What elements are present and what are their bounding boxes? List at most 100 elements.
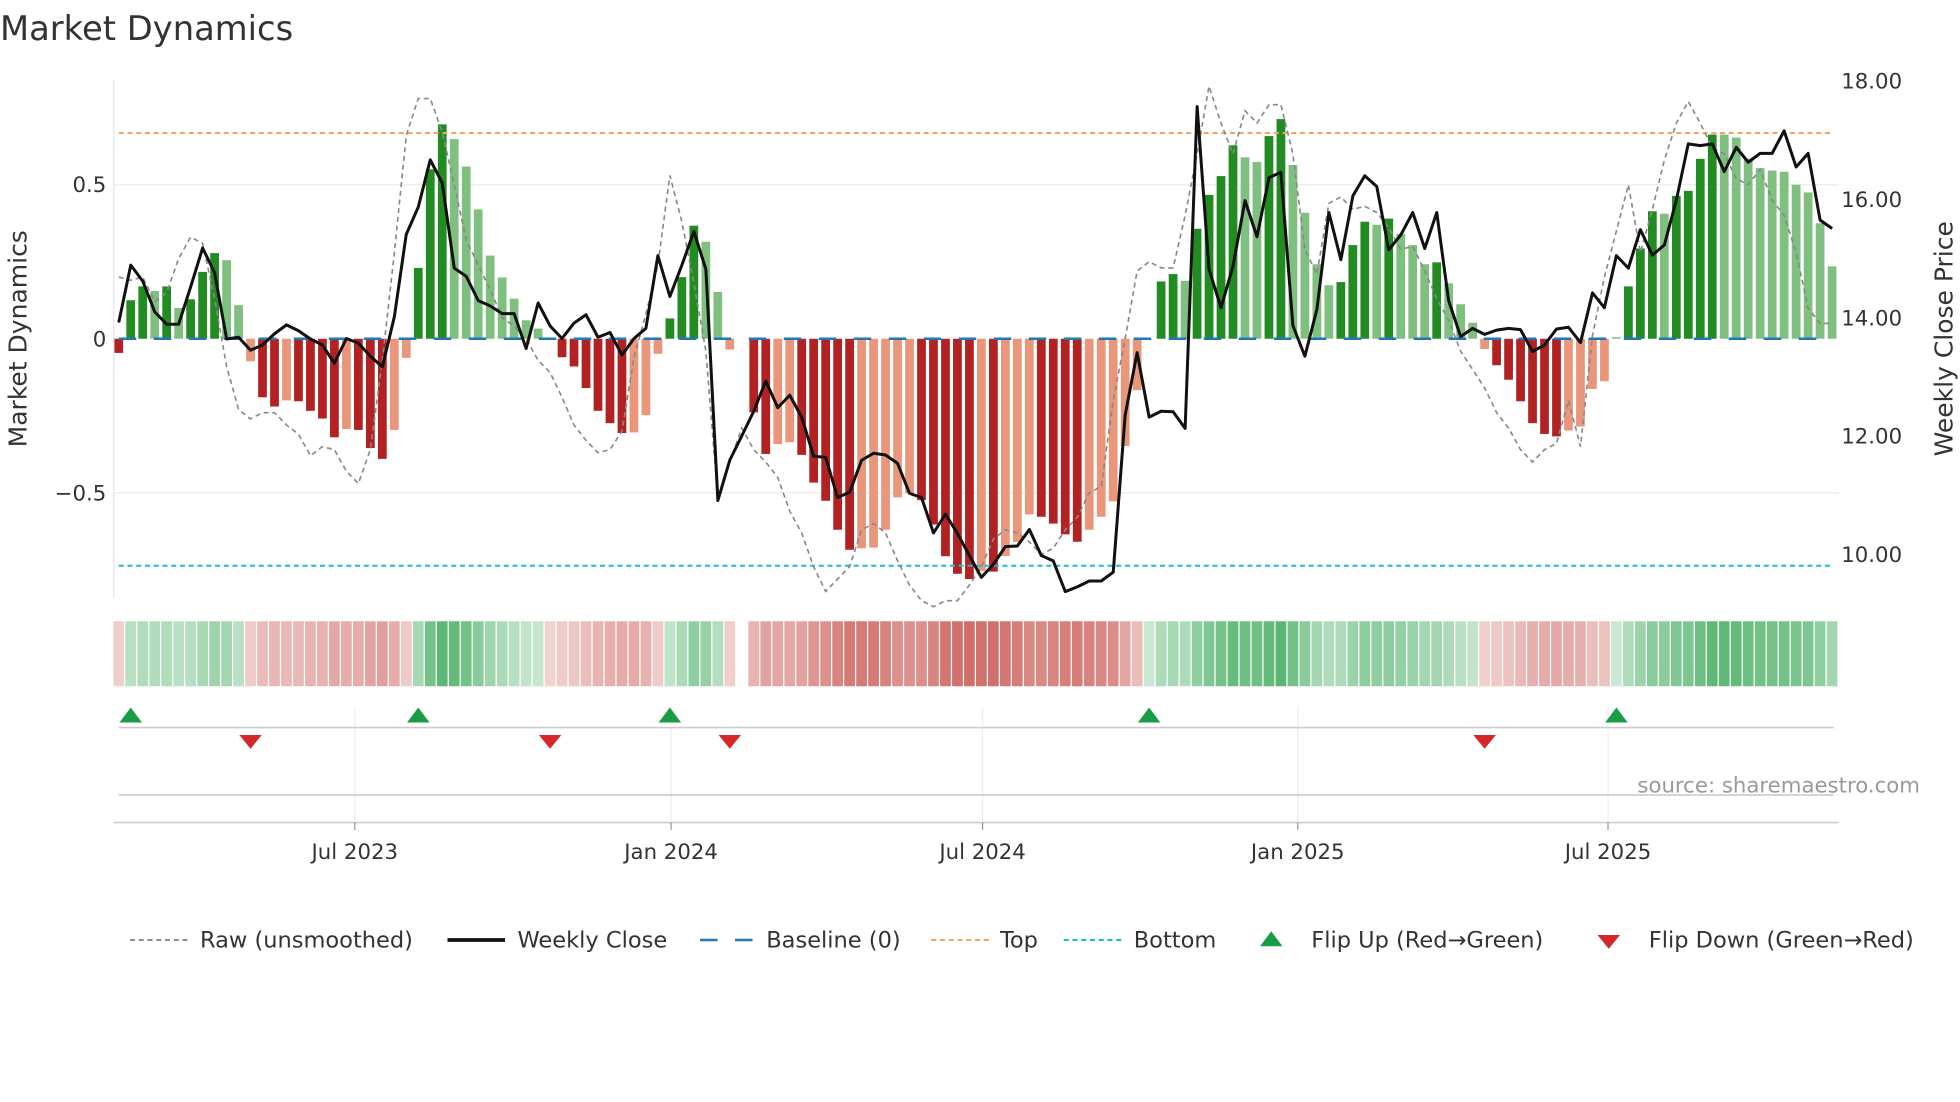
heatmap-cell xyxy=(1275,621,1287,687)
dynamics-bar xyxy=(270,338,279,407)
dynamics-bar xyxy=(461,166,471,339)
heatmap-cell xyxy=(868,621,879,687)
dynamics-bar xyxy=(1683,190,1693,339)
dynamics-bar xyxy=(809,338,819,483)
dynamics-bar xyxy=(1252,161,1262,339)
heatmap-cell xyxy=(1095,621,1107,687)
dynamics-bar xyxy=(641,338,651,416)
dynamics-bar xyxy=(389,338,399,430)
heatmap-cell xyxy=(185,621,197,687)
dynamics-bar xyxy=(1000,338,1010,556)
heatmap-cell xyxy=(1611,621,1622,687)
heatmap-cell xyxy=(1527,621,1538,687)
heatmap-cell xyxy=(161,621,173,687)
heatmap-cell xyxy=(892,621,903,687)
dynamics-bar xyxy=(1480,338,1489,349)
dynamics-bar xyxy=(1096,338,1106,517)
heatmap-cell xyxy=(664,621,676,687)
legend-flip-up-icon xyxy=(1260,931,1283,947)
dynamics-bar xyxy=(1168,274,1178,339)
heatmap-cell xyxy=(748,621,760,687)
heatmap-cell xyxy=(532,621,544,687)
heatmap-cell xyxy=(460,621,472,687)
heatmap-cell xyxy=(568,621,580,687)
heatmap-cell xyxy=(688,621,700,687)
dynamics-bar xyxy=(1755,168,1765,339)
dynamics-bar xyxy=(1012,338,1022,543)
heatmap-cell xyxy=(712,621,724,687)
heatmap-cell xyxy=(329,621,340,687)
y2-tick-label: 10.00 xyxy=(1841,543,1902,568)
dynamics-bar xyxy=(761,338,771,454)
heatmap-cell xyxy=(1503,621,1514,687)
dynamics-bar xyxy=(1060,338,1070,535)
heatmap-cell xyxy=(1131,621,1143,687)
heatmap-cell xyxy=(856,621,867,687)
heatmap-cell xyxy=(1443,621,1455,687)
heatmap-cell xyxy=(1263,621,1275,687)
legend-item-top: Top xyxy=(931,928,1038,954)
dynamics-bar xyxy=(533,328,543,339)
dynamics-bar xyxy=(785,338,795,443)
dynamics-bar xyxy=(797,338,807,455)
heatmap-cell xyxy=(1143,621,1155,687)
heatmap-cell xyxy=(1766,621,1778,687)
flip-down-marker xyxy=(1473,735,1496,749)
heatmap-cell xyxy=(640,621,652,687)
x-tick-label: Jul 2024 xyxy=(937,840,1025,865)
heatmap-cell xyxy=(1551,621,1562,687)
heatmap-cell xyxy=(1383,621,1395,687)
dynamics-bar xyxy=(557,338,567,358)
heatmap-cell xyxy=(353,621,364,687)
heatmap-cell xyxy=(412,621,424,687)
heatmap-cell xyxy=(364,621,376,687)
dynamics-bar xyxy=(605,338,615,424)
heatmap-cell xyxy=(1407,621,1419,687)
heatmap-cell xyxy=(616,621,628,687)
y2-tick-label: 16.00 xyxy=(1841,188,1902,213)
heatmap-cell xyxy=(1047,621,1059,687)
x-tick-label: Jan 2025 xyxy=(1249,840,1345,865)
heatmap-cell xyxy=(1814,621,1826,687)
heatmap-cell xyxy=(1215,621,1227,687)
dynamics-bar xyxy=(1348,245,1358,339)
y2-axis-title: Weekly Close Price xyxy=(1930,221,1959,456)
dynamics-bar xyxy=(425,169,435,339)
dynamics-bar xyxy=(1731,137,1741,339)
market-dynamics-chart: Market Dynamics 0.5 0 −0.5 18.00 16.00 14.00 1… xyxy=(0,9,1959,954)
dynamics-bar xyxy=(965,338,974,580)
heatmap-cell xyxy=(508,621,520,687)
heatmap-cell xyxy=(1706,621,1718,687)
heatmap-cell xyxy=(1599,621,1610,687)
legend-label: Top xyxy=(999,928,1038,954)
dynamics-bar xyxy=(342,338,351,430)
heatmap-cell xyxy=(808,621,820,687)
dynamics-bar xyxy=(929,338,938,525)
legend-label: Flip Up (Red→Green) xyxy=(1311,928,1543,954)
dynamics-bar xyxy=(198,271,207,339)
heatmap-cell xyxy=(1467,621,1479,687)
heatmap-cell xyxy=(1479,621,1490,687)
flip-markers xyxy=(118,707,1834,796)
dynamics-bar xyxy=(1647,211,1657,339)
dynamics-bar xyxy=(1600,338,1609,382)
heatmap-cell xyxy=(1071,621,1083,687)
dynamics-bar xyxy=(1420,264,1430,339)
dynamics-bar xyxy=(1048,338,1058,524)
dynamics-bar xyxy=(306,338,315,411)
heatmap-cell xyxy=(1107,621,1119,687)
heatmap-cell xyxy=(1563,621,1574,687)
legend: Raw (unsmoothed) Weekly Close Baseline (0)… xyxy=(130,928,1914,954)
heatmap-cell xyxy=(1515,621,1526,687)
dynamics-bar xyxy=(1624,286,1633,339)
heatmap-cell xyxy=(400,621,412,687)
dynamics-bar xyxy=(126,300,136,339)
heatmap-cell xyxy=(1491,621,1502,687)
heatmap-cell xyxy=(341,621,352,687)
legend-item-flip_up: Flip Up (Red→Green) xyxy=(1260,928,1543,954)
heatmap-cell xyxy=(1658,621,1670,687)
x-tick-label: Jul 2023 xyxy=(310,840,398,865)
dynamics-bar xyxy=(713,291,723,339)
heatmap-cell xyxy=(197,621,208,687)
y2-tick-label: 14.00 xyxy=(1841,306,1902,331)
